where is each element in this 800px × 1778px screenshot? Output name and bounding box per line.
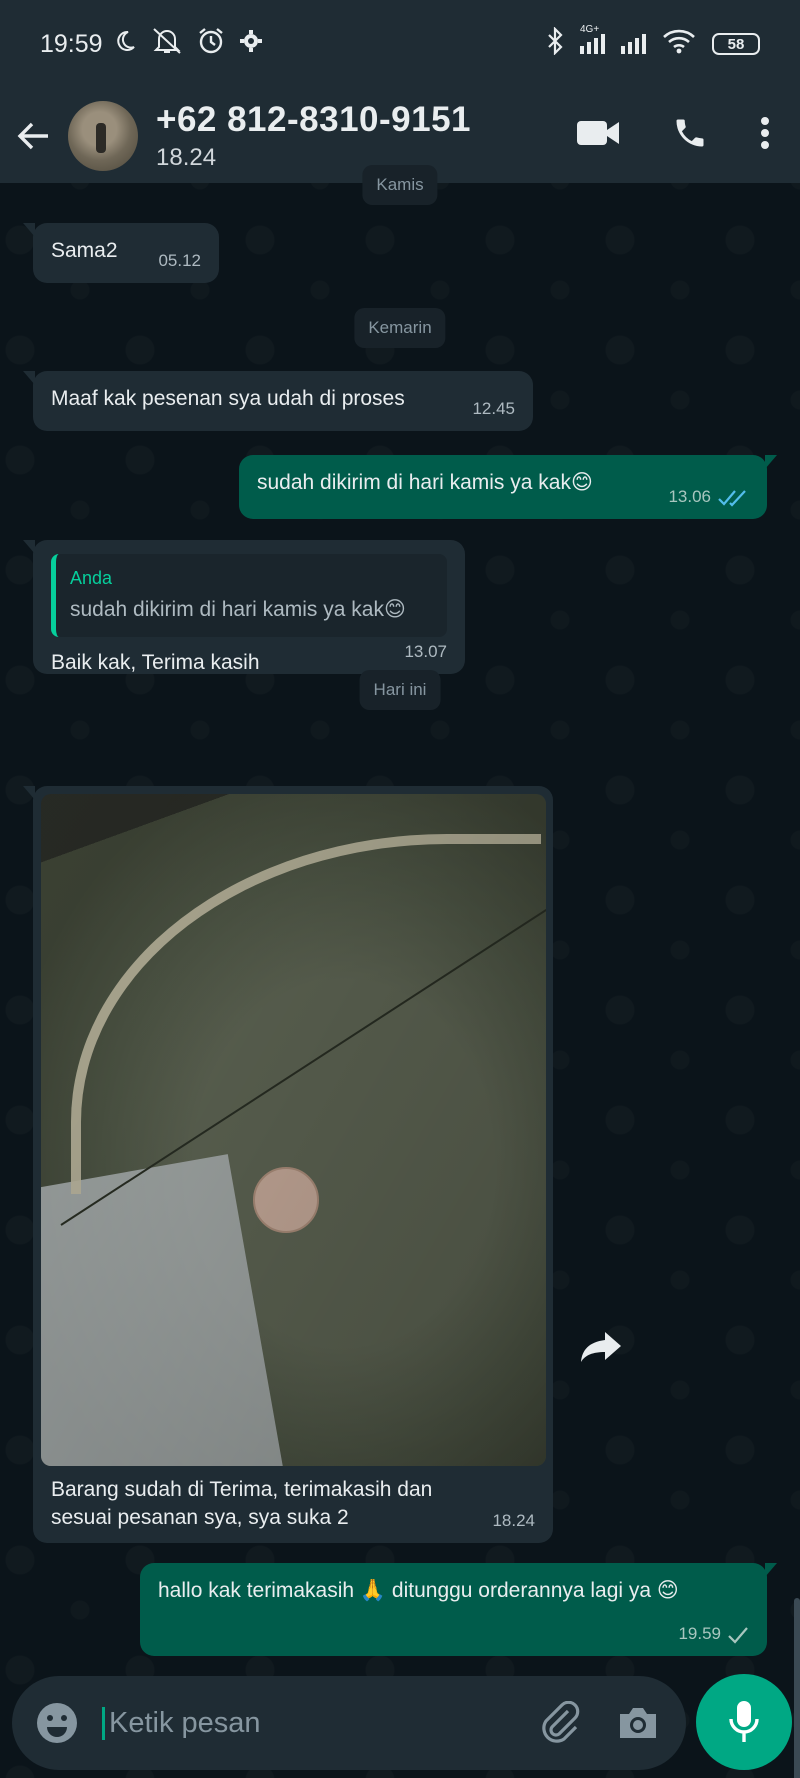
photo-backpack[interactable]	[41, 794, 546, 1466]
image-message[interactable]: Barang sudah di Terima, terimakasih dan …	[23, 786, 553, 1543]
chat-area[interactable]: Kamis Sama2 05.12 Kemarin Maaf kak pesen…	[0, 165, 800, 1778]
message-time: 05.12	[158, 251, 201, 271]
gear-icon	[239, 29, 263, 60]
message-text: Maaf kak pesenan sya udah di proses	[51, 387, 405, 410]
microphone-icon	[729, 1701, 759, 1742]
double-check-read-icon	[718, 489, 746, 507]
status-time: 19:59	[40, 29, 103, 58]
wifi-icon	[662, 28, 696, 61]
signal-icon	[621, 34, 646, 54]
paperclip-icon	[542, 1701, 580, 1743]
alarm-icon	[197, 27, 225, 62]
forward-arrow-icon	[581, 1332, 621, 1362]
back-button[interactable]	[0, 88, 68, 183]
more-options-button[interactable]	[760, 115, 770, 156]
avatar[interactable]	[68, 100, 138, 171]
emoji-button[interactable]	[32, 1698, 82, 1748]
image-caption: Barang sudah di Terima, terimakasih dan …	[51, 1478, 433, 1530]
phone-icon	[676, 119, 704, 147]
battery-indicator: 58	[712, 33, 760, 55]
message-input[interactable]	[102, 1706, 510, 1740]
video-camera-icon	[577, 121, 619, 145]
message-outgoing[interactable]: sudah dikirim di hari kamis ya kak😊 13.0…	[239, 455, 777, 519]
message-incoming[interactable]: Maaf kak pesenan sya udah di proses 12.4…	[23, 371, 533, 431]
signal-4g-icon: 4G+	[580, 24, 605, 54]
message-time: 13.06	[668, 487, 711, 507]
camera-icon	[620, 1708, 656, 1738]
message-time: 19.59	[678, 1624, 721, 1644]
message-text: hallo kak terimakasih 🙏 ditunggu orderan…	[158, 1579, 679, 1602]
message-time: 18.24	[492, 1511, 535, 1531]
message-text: Sama2	[51, 239, 118, 262]
arrow-left-icon	[17, 122, 48, 149]
voice-call-button[interactable]	[672, 115, 708, 156]
mute-notification-icon	[151, 27, 183, 62]
status-bar: 19:59 4G+ 58	[0, 0, 800, 88]
moon-icon	[113, 29, 137, 60]
message-text: Baik kak, Terima kasih	[51, 650, 260, 674]
message-time: 12.45	[472, 399, 515, 419]
quoted-text: sudah dikirim di hari kamis ya kak😊	[70, 598, 406, 622]
camera-button[interactable]	[610, 1695, 666, 1751]
date-chip-kamis: Kamis	[362, 165, 438, 205]
date-chip-kemarin: Kemarin	[354, 308, 446, 348]
bluetooth-icon	[546, 25, 564, 62]
message-time: 13.07	[404, 642, 447, 662]
message-input-container	[12, 1676, 686, 1770]
kebab-menu-icon	[761, 117, 769, 149]
message-incoming[interactable]: Sama2 05.12	[23, 223, 219, 283]
composer	[0, 1668, 800, 1778]
message-incoming-reply[interactable]: Anda sudah dikirim di hari kamis ya kak😊…	[23, 540, 465, 674]
network-type-label: 4G+	[580, 24, 600, 35]
message-text: sudah dikirim di hari kamis ya kak😊	[257, 471, 593, 494]
contact-info[interactable]: +62 812-8310-9151 18.24	[156, 100, 576, 172]
attach-button[interactable]	[532, 1695, 588, 1751]
message-outgoing[interactable]: hallo kak terimakasih 🙏 ditunggu orderan…	[140, 1563, 777, 1656]
emoji-icon	[37, 1703, 77, 1743]
quoted-author: Anda	[70, 568, 113, 588]
voice-message-button[interactable]	[696, 1674, 792, 1770]
contact-name: +62 812-8310-9151	[156, 99, 472, 139]
date-chip-hari-ini: Hari ini	[359, 670, 441, 710]
single-check-icon	[728, 1626, 748, 1644]
forward-button[interactable]	[576, 1322, 626, 1372]
quoted-message[interactable]: Anda sudah dikirim di hari kamis ya kak😊	[51, 554, 447, 637]
video-call-button[interactable]	[576, 118, 620, 153]
